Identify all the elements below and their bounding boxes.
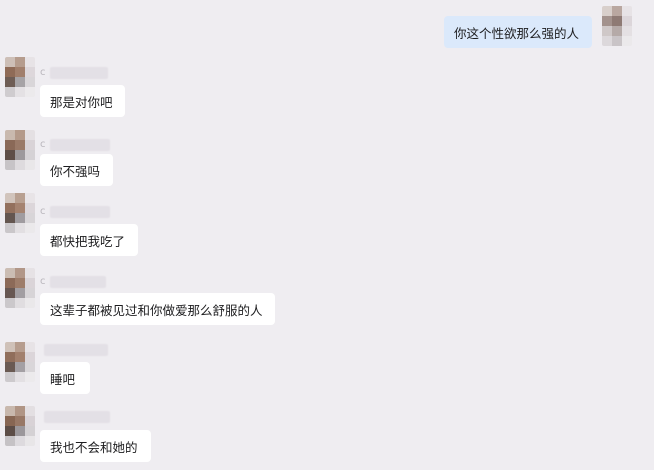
contact-avatar[interactable] (5, 268, 35, 308)
sender-name-initial: c (40, 139, 46, 150)
incoming-message-bubble[interactable]: 都快把我吃了 (40, 224, 138, 256)
incoming-message-bubble[interactable]: 我也不会和她的 (40, 430, 151, 462)
sender-name: c (40, 138, 110, 152)
incoming-message-bubble[interactable]: 那是对你吧 (40, 85, 125, 117)
message-text: 这辈子都被见过和你做爱那么舒服的人 (50, 302, 263, 318)
message-text: 你这个性欲那么强的人 (454, 25, 580, 41)
chat-window: 你这个性欲那么强的人 c 那是对你吧 c 你不强吗 c 都快把我吃了 c 这辈子… (0, 0, 654, 470)
contact-avatar[interactable] (5, 193, 35, 233)
incoming-message-bubble[interactable]: 睡吧 (40, 362, 90, 394)
incoming-message-bubble[interactable]: 你不强吗 (40, 154, 113, 186)
sender-name-initial: c (40, 276, 46, 287)
own-avatar[interactable] (602, 6, 632, 46)
sender-name (40, 410, 110, 424)
message-text: 那是对你吧 (50, 94, 113, 110)
message-text: 睡吧 (50, 371, 76, 387)
outgoing-message-bubble[interactable]: 你这个性欲那么强的人 (444, 16, 592, 48)
message-text: 都快把我吃了 (50, 233, 126, 249)
contact-avatar[interactable] (5, 57, 35, 97)
sender-name: c (40, 66, 108, 80)
message-text: 我也不会和她的 (50, 439, 138, 455)
sender-name (40, 343, 108, 357)
message-text: 你不强吗 (50, 163, 101, 179)
contact-avatar[interactable] (5, 130, 35, 170)
incoming-message-bubble[interactable]: 这辈子都被见过和你做爱那么舒服的人 (40, 293, 275, 325)
contact-avatar[interactable] (5, 342, 35, 382)
sender-name: c (40, 275, 106, 289)
sender-name: c (40, 205, 110, 219)
contact-avatar[interactable] (5, 406, 35, 446)
sender-name-initial: c (40, 67, 46, 78)
sender-name-initial: c (40, 206, 46, 217)
